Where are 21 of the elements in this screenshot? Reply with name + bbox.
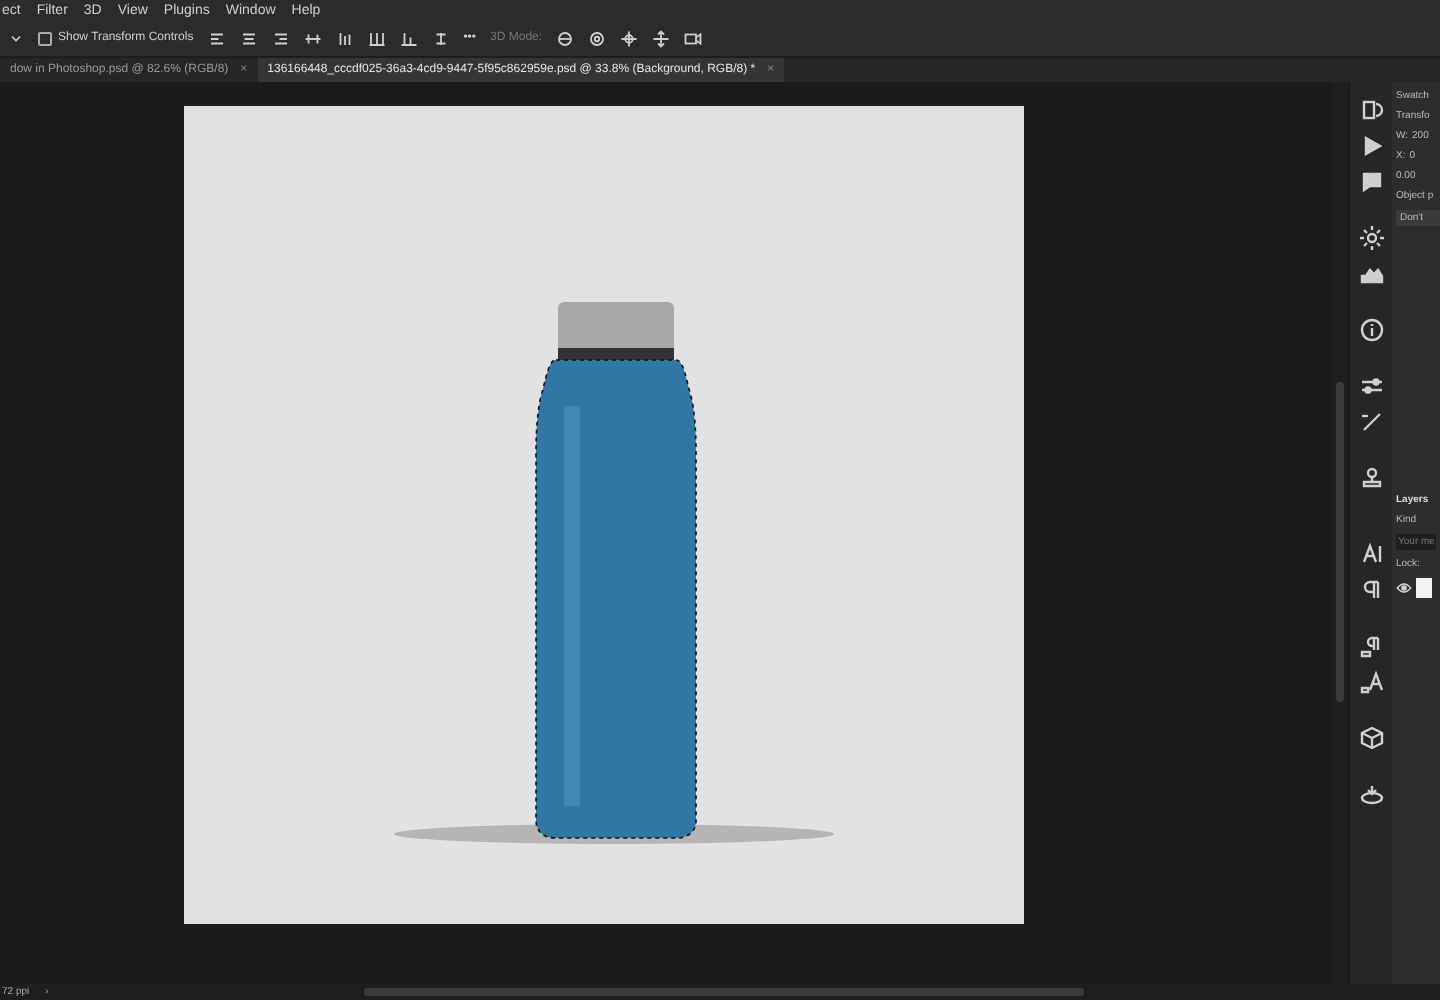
align-icon[interactable] — [239, 29, 258, 47]
eye-icon[interactable] — [1396, 580, 1412, 596]
stamp-icon[interactable] — [1359, 466, 1383, 490]
comment-icon[interactable] — [1359, 170, 1383, 194]
play-icon[interactable] — [1359, 134, 1383, 158]
caret-down-icon[interactable] — [8, 30, 24, 46]
cube-icon[interactable] — [1359, 726, 1383, 750]
align-icon[interactable] — [207, 29, 226, 47]
align-icon[interactable] — [303, 29, 322, 47]
align-icon[interactable] — [271, 29, 290, 47]
info-icon[interactable] — [1359, 318, 1383, 342]
distribute-icon[interactable] — [335, 29, 354, 47]
distribute-icon[interactable] — [399, 29, 418, 47]
paragraph-icon[interactable] — [1359, 578, 1383, 602]
brightness-icon[interactable] — [1359, 226, 1383, 250]
distribute-icon[interactable] — [367, 29, 386, 47]
layer-thumbnail[interactable] — [1416, 578, 1432, 598]
adjustments-icon[interactable] — [1359, 374, 1383, 398]
camera-icon[interactable] — [684, 29, 703, 47]
character-icon[interactable] — [1359, 542, 1383, 566]
distribute-icon[interactable] — [431, 29, 450, 47]
